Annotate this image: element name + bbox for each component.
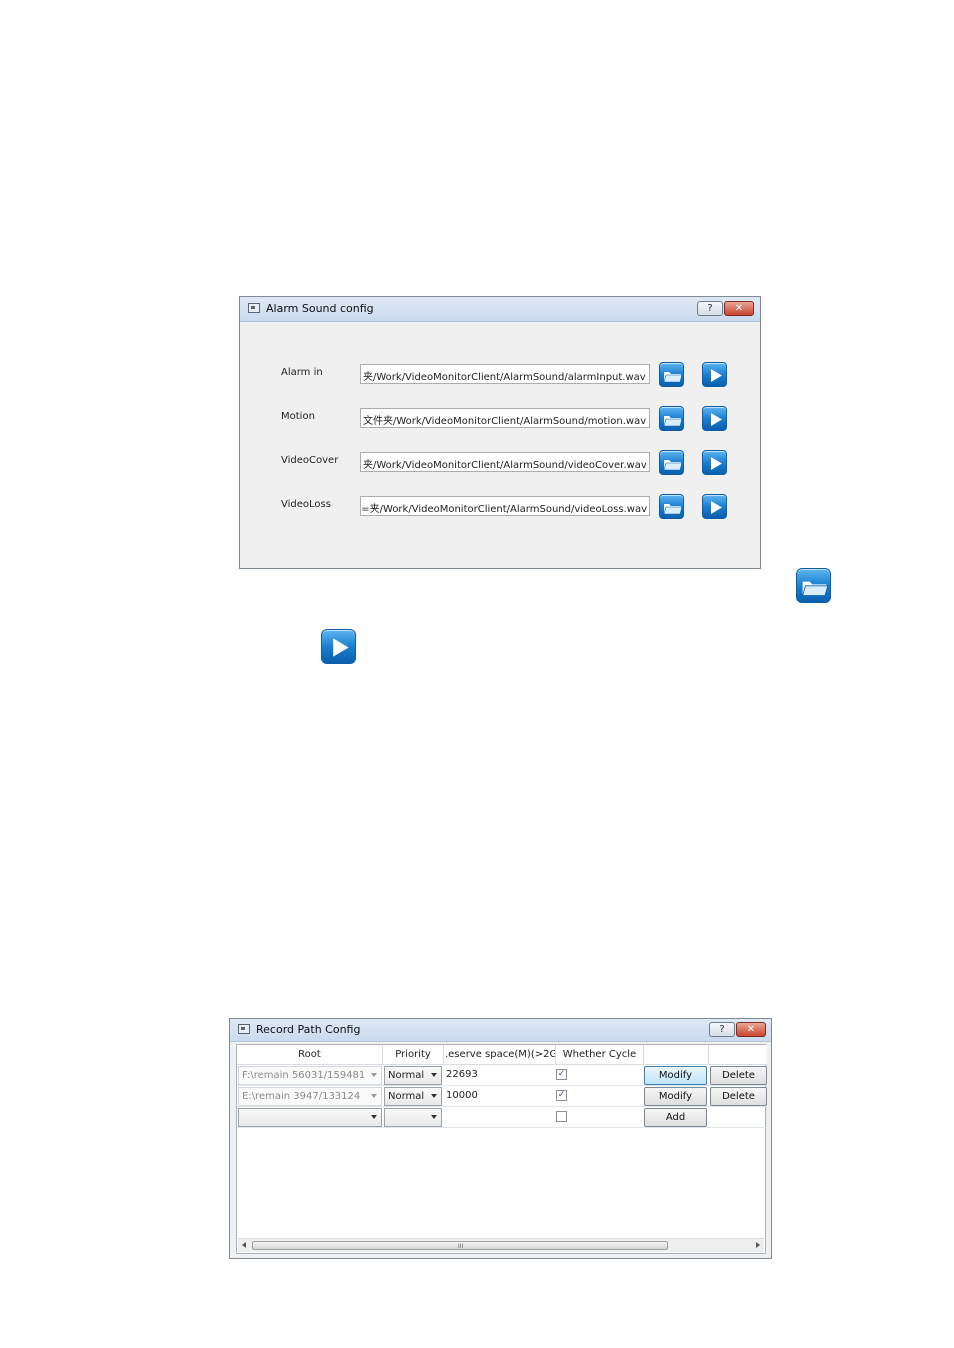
chevron-down-icon: [371, 1073, 377, 1077]
root-select[interactable]: F:\remain 56031/159481: [238, 1066, 382, 1085]
help-button[interactable]: ?: [709, 1022, 735, 1037]
motion-browse-button[interactable]: [659, 406, 684, 431]
alarm-in-path-text: 夹/Work/VideoMonitorClient/AlarmSound/ala…: [363, 372, 646, 383]
root-value: F:\remain 56031/159481: [242, 1070, 366, 1081]
scroll-right-icon[interactable]: [756, 1242, 760, 1248]
videoloss-label: VideoLoss: [281, 499, 331, 510]
reserve-space-value[interactable]: 22693: [446, 1069, 478, 1080]
chevron-down-icon: [371, 1115, 377, 1119]
play-icon: [711, 369, 722, 382]
folder-icon: [663, 372, 683, 383]
column-header-priority[interactable]: Priority: [383, 1045, 444, 1065]
modify-button[interactable]: Modify: [644, 1066, 707, 1085]
record-path-table[interactable]: Root Priority .eserve space(M)(>2G Wheth…: [236, 1044, 767, 1254]
help-button[interactable]: ?: [697, 301, 723, 316]
close-button[interactable]: ✕: [724, 301, 754, 316]
grip-icon: III: [458, 1243, 464, 1250]
title-bar[interactable]: Record Path Config ? ✕: [230, 1019, 771, 1042]
column-header-delete[interactable]: [709, 1045, 767, 1065]
videoloss-play-button[interactable]: [702, 494, 727, 519]
folder-icon: [802, 581, 829, 597]
root-value: E:\remain 3947/133124: [242, 1091, 361, 1102]
column-header-whether-cycle[interactable]: Whether Cycle: [556, 1045, 644, 1065]
videoloss-path-input[interactable]: =夹/Work/VideoMonitorClient/AlarmSound/vi…: [360, 496, 650, 516]
chevron-down-icon: [371, 1094, 377, 1098]
folder-icon-legend: [796, 568, 831, 603]
motion-label: Motion: [281, 411, 315, 422]
play-icon: [711, 501, 722, 514]
alarm-in-play-button[interactable]: [702, 362, 727, 387]
record-path-config-window: Record Path Config ? ✕ Root Priority .es…: [229, 1018, 772, 1259]
close-button[interactable]: ✕: [736, 1022, 766, 1037]
new-root-select[interactable]: [238, 1108, 382, 1127]
new-priority-select[interactable]: [384, 1108, 442, 1127]
title-bar[interactable]: Alarm Sound config ? ✕: [240, 297, 760, 322]
videoloss-browse-button[interactable]: [659, 494, 684, 519]
folder-icon: [663, 504, 683, 515]
scroll-left-icon[interactable]: [242, 1242, 246, 1248]
cycle-checkbox[interactable]: ✓: [556, 1069, 567, 1080]
modify-button[interactable]: Modify: [644, 1087, 707, 1106]
motion-play-button[interactable]: [702, 406, 727, 431]
reserve-space-value[interactable]: 10000: [446, 1090, 478, 1101]
scrollbar-thumb[interactable]: III: [252, 1241, 668, 1250]
play-icon-legend: [321, 629, 356, 664]
play-icon: [333, 638, 349, 657]
chevron-down-icon: [431, 1115, 437, 1119]
chevron-down-icon: [431, 1094, 437, 1098]
chevron-down-icon: [431, 1073, 437, 1077]
play-icon: [711, 413, 722, 426]
new-cycle-checkbox[interactable]: [556, 1111, 567, 1122]
horizontal-scrollbar[interactable]: III: [238, 1238, 764, 1252]
column-header-reserve-space[interactable]: .eserve space(M)(>2G: [444, 1045, 556, 1065]
videocover-browse-button[interactable]: [659, 450, 684, 475]
videoloss-path-text: =夹/Work/VideoMonitorClient/AlarmSound/vi…: [361, 504, 647, 515]
priority-select[interactable]: Normal: [384, 1066, 442, 1085]
column-header-root[interactable]: Root: [237, 1045, 383, 1065]
motion-path-input[interactable]: 文件夹/Work/VideoMonitorClient/AlarmSound/m…: [360, 408, 650, 428]
root-select[interactable]: E:\remain 3947/133124: [238, 1087, 382, 1106]
alarm-in-label: Alarm in: [281, 367, 323, 378]
folder-icon: [663, 460, 683, 471]
delete-button[interactable]: Delete: [710, 1066, 767, 1085]
window-title: Alarm Sound config: [266, 302, 374, 315]
alarm-in-browse-button[interactable]: [659, 362, 684, 387]
add-button[interactable]: Add: [644, 1108, 707, 1127]
priority-select[interactable]: Normal: [384, 1087, 442, 1106]
delete-button[interactable]: Delete: [710, 1087, 767, 1106]
videocover-path-text: 夹/Work/VideoMonitorClient/AlarmSound/vid…: [363, 460, 647, 471]
priority-value: Normal: [388, 1070, 425, 1081]
window-icon: [248, 303, 260, 313]
cycle-checkbox[interactable]: ✓: [556, 1090, 567, 1101]
window-icon: [238, 1024, 250, 1034]
priority-value: Normal: [388, 1091, 425, 1102]
alarm-sound-config-window: Alarm Sound config ? ✕ Alarm in 夹/Work/V…: [239, 296, 761, 569]
window-title: Record Path Config: [256, 1023, 361, 1036]
alarm-in-path-input[interactable]: 夹/Work/VideoMonitorClient/AlarmSound/ala…: [360, 364, 650, 384]
folder-icon: [663, 416, 683, 427]
motion-path-text: 文件夹/Work/VideoMonitorClient/AlarmSound/m…: [363, 416, 647, 427]
play-icon: [711, 457, 722, 470]
videocover-play-button[interactable]: [702, 450, 727, 475]
column-header-modify[interactable]: [644, 1045, 709, 1065]
videocover-label: VideoCover: [281, 455, 339, 466]
videocover-path-input[interactable]: 夹/Work/VideoMonitorClient/AlarmSound/vid…: [360, 452, 650, 472]
